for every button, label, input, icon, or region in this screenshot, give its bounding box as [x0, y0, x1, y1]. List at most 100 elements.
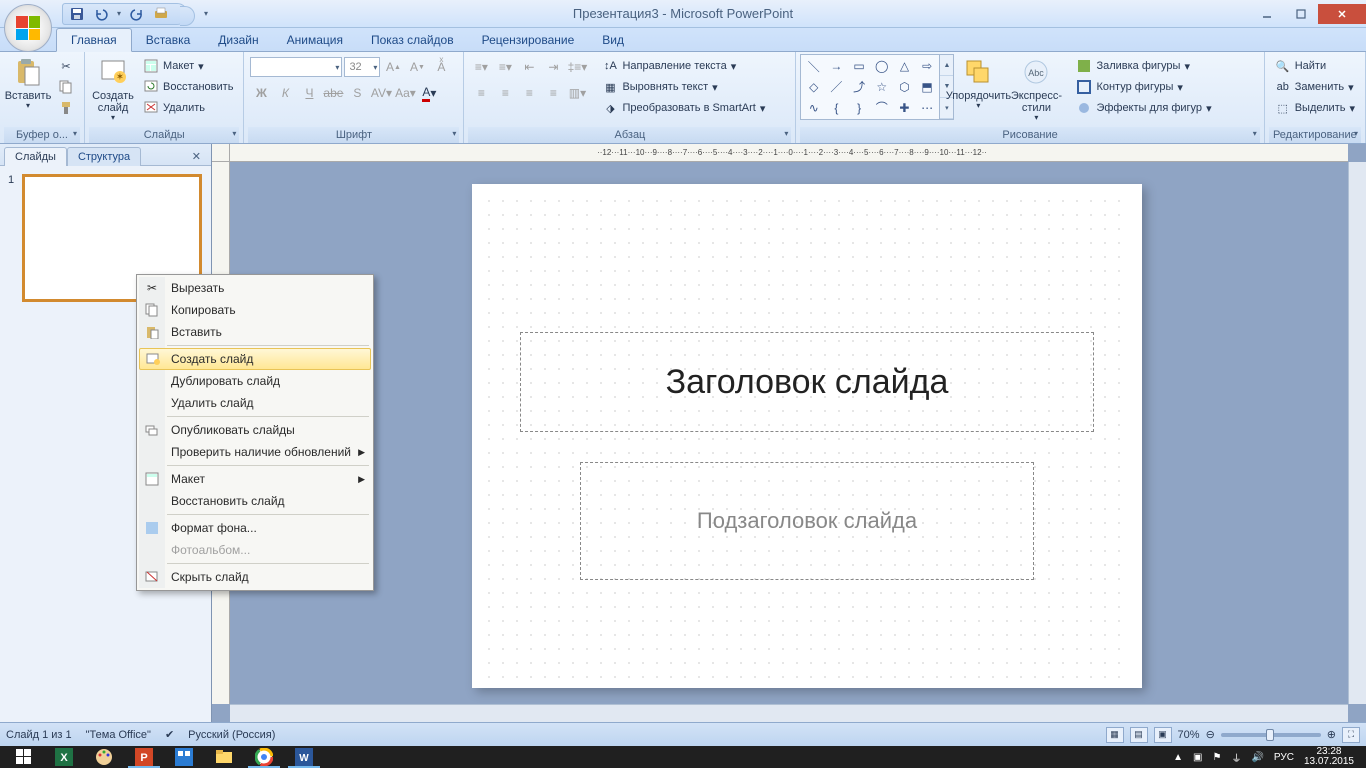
- cut-button[interactable]: ✂: [54, 56, 78, 76]
- taskbar-app1[interactable]: [164, 746, 204, 768]
- tab-slides-thumb[interactable]: Слайды: [4, 147, 67, 166]
- close-panel-button[interactable]: ✕: [188, 148, 205, 165]
- numbering-button[interactable]: ≡▾: [494, 56, 516, 78]
- arrange-button[interactable]: Упорядочить▾: [954, 54, 1002, 113]
- font-size-combo[interactable]: 32: [344, 57, 380, 77]
- zoom-percent[interactable]: 70%: [1178, 729, 1200, 741]
- taskbar-excel[interactable]: X: [44, 746, 84, 768]
- tab-view[interactable]: Вид: [588, 29, 638, 51]
- select-button[interactable]: ⬚Выделить ▾: [1271, 98, 1359, 118]
- clear-format-button[interactable]: Aͯ: [430, 56, 452, 78]
- cm-publish[interactable]: Опубликовать слайды: [139, 419, 371, 441]
- cm-reset[interactable]: Восстановить слайд: [139, 490, 371, 512]
- tab-review[interactable]: Рецензирование: [468, 29, 589, 51]
- shape-fill-button[interactable]: Заливка фигуры ▾: [1072, 56, 1215, 76]
- grow-font-button[interactable]: A▲: [382, 56, 404, 78]
- text-direction-button[interactable]: ↕AНаправление текста ▾: [598, 56, 769, 76]
- taskbar-chrome[interactable]: [244, 746, 284, 768]
- cm-delete[interactable]: Удалить слайд: [139, 392, 371, 414]
- view-normal-button[interactable]: ▦: [1106, 727, 1124, 743]
- tray-flag-icon[interactable]: ⚑: [1212, 752, 1221, 763]
- tray-volume-icon[interactable]: 🔊: [1251, 752, 1263, 763]
- bullets-button[interactable]: ≡▾: [470, 56, 492, 78]
- change-case-button[interactable]: Aa▾: [394, 82, 416, 104]
- tray-up-icon[interactable]: ▲: [1173, 752, 1183, 763]
- tray-language[interactable]: РУС: [1274, 752, 1294, 763]
- char-spacing-button[interactable]: AV▾: [370, 82, 392, 104]
- tray-network-icon[interactable]: ⏚: [1231, 750, 1241, 765]
- office-button[interactable]: [4, 4, 52, 52]
- find-button[interactable]: 🔍Найти: [1271, 56, 1359, 76]
- status-spellcheck-icon[interactable]: ✔: [165, 728, 174, 741]
- view-slideshow-button[interactable]: ▣: [1154, 727, 1172, 743]
- cm-cut[interactable]: ✂Вырезать: [139, 277, 371, 299]
- tab-home[interactable]: Главная: [56, 28, 132, 52]
- slide-canvas[interactable]: Заголовок слайда Подзаголовок слайда: [472, 184, 1142, 688]
- tray-clock[interactable]: 23:28 13.07.2015: [1304, 747, 1354, 767]
- view-sorter-button[interactable]: ▤: [1130, 727, 1148, 743]
- cm-duplicate[interactable]: Дублировать слайд: [139, 370, 371, 392]
- close-button[interactable]: [1318, 4, 1366, 24]
- tab-design[interactable]: Дизайн: [204, 29, 272, 51]
- reset-button[interactable]: Восстановить: [139, 77, 237, 97]
- align-center-button[interactable]: ≡: [494, 82, 516, 104]
- redo-icon[interactable]: [129, 6, 145, 22]
- tab-insert[interactable]: Вставка: [132, 29, 205, 51]
- italic-button[interactable]: К: [274, 82, 296, 104]
- taskbar-explorer[interactable]: [204, 746, 244, 768]
- font-name-combo[interactable]: [250, 57, 342, 77]
- replace-button[interactable]: abЗаменить ▾: [1271, 77, 1359, 97]
- minimize-button[interactable]: [1250, 4, 1284, 24]
- maximize-button[interactable]: [1284, 4, 1318, 24]
- taskbar-word[interactable]: W: [284, 746, 324, 768]
- tray-action-center-icon[interactable]: ▣: [1193, 752, 1202, 763]
- zoom-out-button[interactable]: ⊖: [1206, 728, 1215, 741]
- shadow-button[interactable]: S: [346, 82, 368, 104]
- line-spacing-button[interactable]: ‡≡▾: [566, 56, 588, 78]
- columns-button[interactable]: ▥▾: [566, 82, 588, 104]
- zoom-in-button[interactable]: ⊕: [1327, 728, 1336, 741]
- start-button[interactable]: [4, 746, 44, 768]
- subtitle-placeholder[interactable]: Подзаголовок слайда: [580, 462, 1034, 580]
- paste-button[interactable]: Вставить▾: [4, 54, 52, 113]
- shapes-gallery[interactable]: ＼→▭◯△⇨ ◇／⤴☆⬡⬒ ∿{}⌒✚⋯: [800, 54, 940, 120]
- status-language[interactable]: Русский (Россия): [188, 729, 275, 741]
- bold-button[interactable]: Ж: [250, 82, 272, 104]
- justify-button[interactable]: ≡: [542, 82, 564, 104]
- horizontal-scrollbar[interactable]: [230, 704, 1348, 722]
- align-text-button[interactable]: ▦Выровнять текст ▾: [598, 77, 769, 97]
- dec-indent-button[interactable]: ⇤: [518, 56, 540, 78]
- strike-button[interactable]: abe: [322, 82, 344, 104]
- undo-dropdown-icon[interactable]: ▾: [117, 9, 121, 18]
- print-preview-icon[interactable]: [153, 6, 169, 22]
- tab-outline[interactable]: Структура: [67, 147, 141, 166]
- undo-icon[interactable]: [93, 6, 109, 22]
- font-color-button[interactable]: A▾: [418, 82, 440, 104]
- new-slide-button[interactable]: ✶ Создать слайд▾: [89, 54, 137, 125]
- cm-check-updates[interactable]: Проверить наличие обновлений▶: [139, 441, 371, 463]
- quick-styles-button[interactable]: Abc Экспресс-стили▾: [1002, 54, 1070, 125]
- layout-button[interactable]: Макет ▾: [139, 56, 237, 76]
- zoom-slider[interactable]: [1221, 733, 1321, 737]
- shape-effects-button[interactable]: Эффекты для фигур ▾: [1072, 98, 1215, 118]
- cm-layout[interactable]: Макет▶: [139, 468, 371, 490]
- format-painter-button[interactable]: [54, 98, 78, 118]
- vertical-scrollbar[interactable]: [1348, 162, 1366, 704]
- fit-button[interactable]: ⛶: [1342, 727, 1360, 743]
- cm-format-bg[interactable]: Формат фона...: [139, 517, 371, 539]
- underline-button[interactable]: Ч: [298, 82, 320, 104]
- cm-hide-slide[interactable]: Скрыть слайд: [139, 566, 371, 588]
- shrink-font-button[interactable]: A▼: [406, 56, 428, 78]
- cm-paste[interactable]: Вставить: [139, 321, 371, 343]
- taskbar-paint[interactable]: [84, 746, 124, 768]
- qat-customize-icon[interactable]: ▾: [204, 9, 208, 18]
- convert-smartart-button[interactable]: ⬗Преобразовать в SmartArt ▾: [598, 98, 769, 118]
- save-icon[interactable]: [69, 6, 85, 22]
- cm-new-slide[interactable]: Создать слайд: [139, 348, 371, 370]
- ruler-horizontal[interactable]: ··12···11···10···9····8····7····6····5··…: [236, 144, 1348, 162]
- cm-copy[interactable]: Копировать: [139, 299, 371, 321]
- tab-slideshow[interactable]: Показ слайдов: [357, 29, 468, 51]
- copy-button[interactable]: [54, 77, 78, 97]
- align-left-button[interactable]: ≡: [470, 82, 492, 104]
- inc-indent-button[interactable]: ⇥: [542, 56, 564, 78]
